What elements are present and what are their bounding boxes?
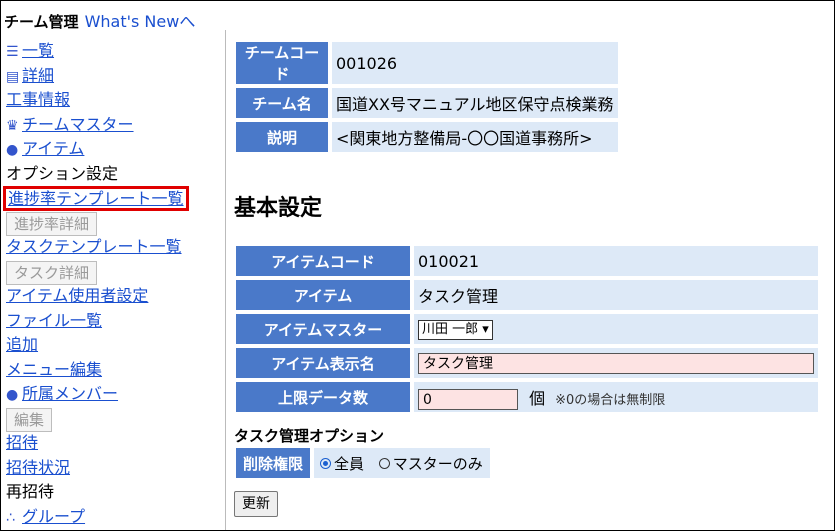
crown-icon: ♛: [6, 117, 19, 134]
team-code-label: チームコード: [236, 42, 328, 84]
task-detail-button[interactable]: タスク詳細: [6, 260, 98, 285]
whats-new-link[interactable]: What's Newへ: [85, 12, 196, 31]
item-code-label: アイテムコード: [236, 246, 410, 276]
progress-detail-button[interactable]: 進捗率詳細: [6, 211, 98, 236]
max-data-unit: 個: [529, 388, 546, 408]
update-button[interactable]: 更新: [234, 491, 278, 517]
top-bar: チーム管理 What's Newへ: [4, 8, 195, 32]
app-title: チーム管理: [4, 13, 79, 31]
sidebar-item-menu-edit[interactable]: メニュー編集: [6, 360, 102, 379]
sidebar-item-construction-info[interactable]: 工事情報: [6, 90, 70, 109]
sidebar-item-progress-template-list[interactable]: 進捗率テンプレート一覧: [8, 189, 184, 208]
list-icon: ☰: [6, 44, 19, 60]
highlight-box: 進捗率テンプレート一覧: [3, 186, 189, 211]
description-value: <関東地方整備局-〇〇国道事務所>: [332, 122, 618, 152]
sidebar-item-add[interactable]: 追加: [6, 335, 38, 354]
team-code-value: 001026: [332, 42, 618, 84]
description-label: 説明: [236, 122, 328, 152]
team-info-table: チームコード 001026 チーム名 国道XX号マニュアル地区保守点検業務 説明 <関…: [232, 38, 622, 156]
radio-all-label: 全員: [334, 454, 365, 473]
item-master-label: アイテムマスター: [236, 314, 410, 344]
sidebar: ☰ 一覧 ▤ 詳細 工事情報 ♛ チームマスター ● アイテム オプション設定 進捗率テ…: [3, 39, 221, 529]
sidebar-item-item[interactable]: アイテム: [22, 139, 84, 158]
radio-master-only[interactable]: [378, 457, 390, 469]
person-icon: ●: [6, 387, 19, 403]
sidebar-item-item-user-settings[interactable]: アイテム使用者設定: [6, 286, 148, 305]
basic-settings-heading: 基本設定: [234, 196, 323, 221]
max-data-note: ※0の場合は無制限: [555, 392, 666, 408]
sidebar-item-option-settings: オプション設定: [6, 163, 119, 183]
radio-all[interactable]: [320, 457, 331, 469]
sidebar-item-group[interactable]: グループ: [22, 507, 85, 526]
item-value: タスク管理: [414, 280, 818, 310]
sidebar-item-members[interactable]: 所属メンバー: [22, 384, 118, 403]
item-master-selected: 川田 一郎: [422, 322, 479, 337]
sidebar-item-list[interactable]: 一覧: [22, 41, 54, 60]
radio-master-only-label: マスターのみ: [392, 454, 483, 473]
item-master-select[interactable]: 川田 一郎 ▾: [418, 320, 493, 340]
task-options-title: タスク管理オプション: [234, 427, 385, 445]
task-options-table: 削除権限 全員 マスターのみ: [232, 444, 494, 482]
chevron-down-icon: ▾: [478, 322, 489, 337]
display-name-input[interactable]: タスク管理: [418, 352, 814, 374]
edit-button[interactable]: 編集: [6, 407, 53, 432]
sidebar-item-file-list[interactable]: ファイル一覧: [6, 311, 102, 330]
group-icon: ∴: [6, 509, 15, 526]
sidebar-item-team-master[interactable]: チームマスター: [22, 115, 134, 134]
sidebar-item-reinvite: 再招待: [6, 482, 55, 501]
sidebar-item-detail[interactable]: 詳細: [22, 66, 54, 85]
display-name-label: アイテム表示名: [236, 348, 410, 378]
divider: [225, 30, 226, 530]
sidebar-item-task-template-list[interactable]: タスクテンプレート一覧: [6, 237, 182, 256]
item-label: アイテム: [236, 280, 410, 310]
sidebar-item-invite-status[interactable]: 招待状況: [6, 458, 70, 477]
item-code-value: 010021: [414, 246, 818, 276]
max-data-input[interactable]: 0: [418, 388, 518, 410]
sidebar-item-invite[interactable]: 招待: [6, 433, 38, 452]
item-icon: ●: [6, 142, 19, 158]
delete-permission-label: 削除権限: [236, 448, 310, 478]
team-name-value: 国道XX号マニュアル地区保守点検業務: [332, 88, 618, 118]
basic-settings-table: アイテムコード 010021 アイテム タスク管理 アイテムマスター 川田 一郎 ▾…: [232, 242, 822, 416]
max-data-label: 上限データ数: [236, 382, 410, 412]
document-icon: ▤: [6, 68, 20, 85]
team-name-label: チーム名: [236, 88, 328, 118]
